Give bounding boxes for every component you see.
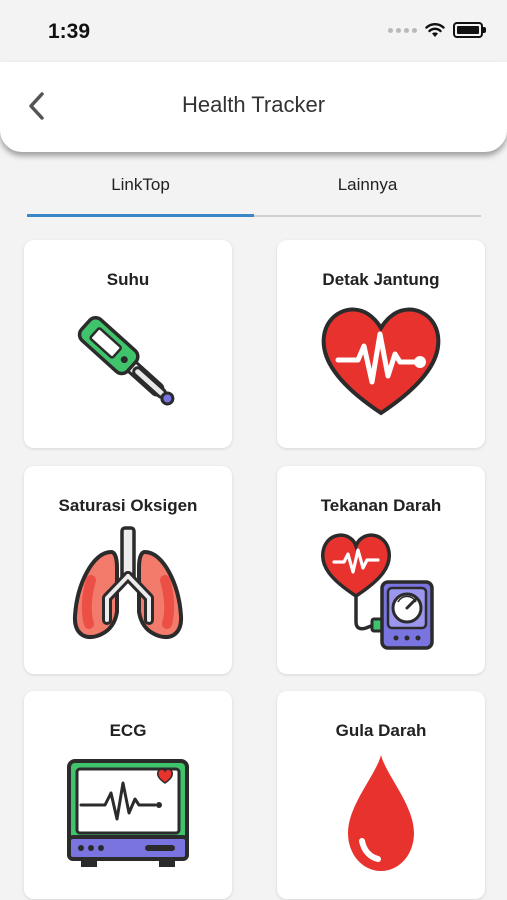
card-suhu[interactable]: Suhu [24, 240, 232, 448]
card-gula-darah[interactable]: Gula Darah [277, 691, 485, 899]
wifi-icon [425, 23, 445, 37]
blood-pressure-icon [321, 533, 434, 650]
card-ecg[interactable]: ECG [24, 691, 232, 899]
app-header: Health Tracker [0, 62, 507, 152]
tab-lainnya[interactable]: Lainnya [254, 168, 481, 216]
tab-divider [254, 215, 481, 217]
battery-icon [453, 22, 486, 38]
ecg-monitor-icon [67, 759, 189, 867]
card-title: ECG [109, 721, 147, 740]
lungs-icon [72, 526, 184, 639]
page-title: Health Tracker [181, 92, 326, 117]
tab-label: Lainnya [337, 175, 398, 194]
tab-linktop[interactable]: LinkTop [27, 168, 254, 216]
signal-icon [388, 27, 417, 33]
status-bar: 1:39 [0, 0, 507, 62]
card-title: Detak Jantung [322, 270, 440, 289]
thermometer-icon [77, 316, 175, 406]
blood-drop-icon [348, 755, 414, 871]
tab-bar: LinkTop Lainnya [27, 168, 481, 220]
tab-label: LinkTop [111, 175, 170, 194]
status-icons [388, 22, 486, 38]
card-tekanan-darah[interactable]: Tekanan Darah [277, 466, 485, 674]
status-time: 1:39 [48, 20, 91, 43]
card-title: Tekanan Darah [320, 496, 442, 515]
heart-rate-icon [321, 307, 441, 416]
card-title: Suhu [106, 270, 150, 289]
card-detak-jantung[interactable]: Detak Jantung [277, 240, 485, 448]
card-title: Saturasi Oksigen [58, 496, 198, 515]
card-title: Gula Darah [335, 721, 427, 740]
active-tab-indicator [27, 214, 254, 217]
card-saturasi-oksigen[interactable]: Saturasi Oksigen [24, 466, 232, 674]
